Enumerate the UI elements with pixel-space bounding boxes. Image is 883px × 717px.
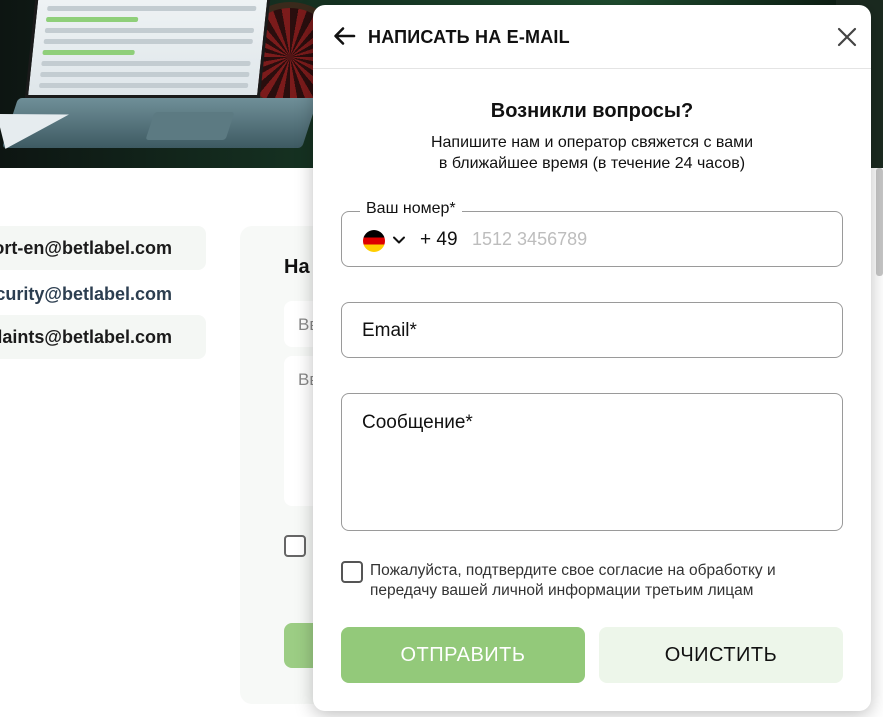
consent-checkbox[interactable]	[341, 561, 363, 583]
consent-text: Пожалуйста, подтвердите свое согласие на…	[370, 562, 776, 599]
email-link-support[interactable]: support-en@betlabel.com	[0, 226, 206, 270]
chevron-down-icon[interactable]	[391, 232, 407, 248]
background-checkbox[interactable]	[284, 535, 306, 557]
question-title: Возникли вопросы?	[490, 100, 694, 122]
email-link-security[interactable]: security@betlabel.com	[0, 272, 206, 316]
message-label: Сообщение*	[362, 412, 473, 433]
message-field[interactable]: Сообщение*	[341, 393, 843, 531]
email-label: Email*	[362, 320, 417, 341]
phone-country-code: + 49	[420, 229, 458, 250]
email-field[interactable]: Email*	[341, 302, 843, 358]
laptop-touchpad	[145, 112, 235, 140]
close-icon[interactable]	[835, 25, 859, 49]
phone-input[interactable]	[472, 224, 822, 254]
email-modal: НАПИСАТЬ НА E-MAIL Возникли вопросы? Нап…	[313, 5, 871, 711]
phone-label: Ваш номер*	[360, 200, 462, 218]
back-arrow-icon[interactable]	[331, 23, 357, 49]
send-button[interactable]: ОТПРАВИТЬ	[341, 627, 585, 683]
background-form-title: На	[284, 256, 310, 278]
page-scrollbar[interactable]	[876, 168, 883, 276]
modal-title: НАПИСАТЬ НА E-MAIL	[368, 27, 570, 47]
laptop-screen-image	[24, 0, 271, 98]
email-link-complaints[interactable]: complaints@betlabel.com	[0, 315, 206, 359]
modal-header: НАПИСАТЬ НА E-MAIL	[313, 5, 871, 69]
clear-button[interactable]: ОЧИСТИТЬ	[599, 627, 843, 683]
question-subtitle: Напишите нам и оператор свяжется с вами …	[430, 134, 754, 172]
phone-field: Ваш номер* + 49	[341, 200, 843, 267]
germany-flag-icon[interactable]	[363, 230, 385, 252]
